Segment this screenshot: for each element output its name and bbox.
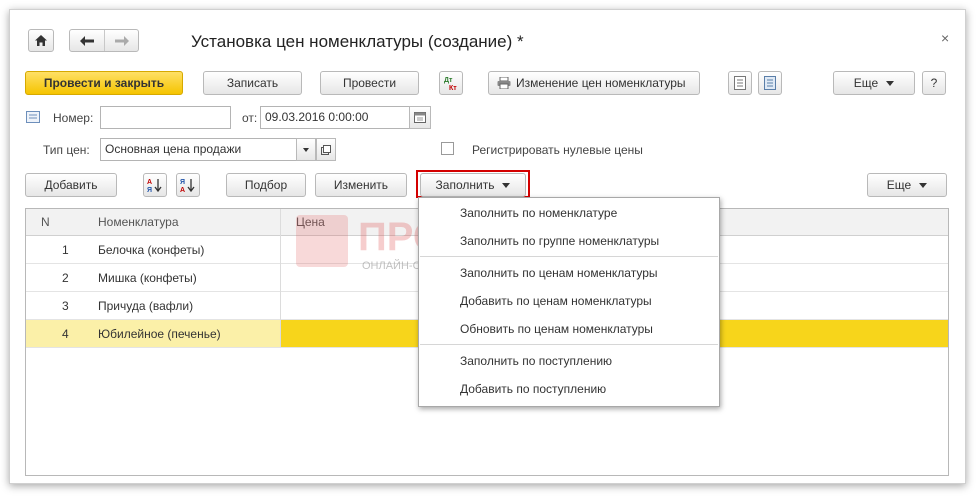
save-button[interactable]: Записать: [203, 71, 302, 95]
sort-descending-icon: Я А: [180, 179, 195, 193]
help-button[interactable]: ?: [922, 71, 946, 95]
more-menu-label: Еще: [853, 76, 879, 90]
menu-item-add-by-prices[interactable]: Добавить по ценам номенклатуры: [460, 294, 652, 308]
zero-prices-label: Регистрировать нулевые цены: [472, 143, 643, 157]
date-label: от:: [242, 111, 258, 125]
printer-icon: [497, 77, 511, 89]
chevron-down-icon: [919, 182, 928, 188]
row-number: 3: [62, 299, 69, 313]
calendar-icon: [414, 112, 426, 123]
document-icon: [734, 76, 746, 90]
table-more-button[interactable]: Еще: [867, 173, 947, 197]
menu-separator: [420, 256, 718, 257]
report-button[interactable]: [758, 71, 782, 95]
report-list-icon: [764, 76, 776, 90]
arrow-right-icon: [114, 35, 129, 46]
number-label: Номер:: [53, 111, 94, 125]
arrow-left-icon: [80, 35, 94, 46]
open-price-type-button[interactable]: [316, 138, 336, 161]
menu-separator: [420, 344, 718, 345]
close-icon[interactable]: ×: [941, 30, 949, 46]
svg-text:Кт: Кт: [449, 85, 457, 91]
menu-item-add-by-receipt[interactable]: Добавить по поступлению: [460, 382, 606, 396]
svg-text:А: А: [180, 187, 185, 193]
price-change-report-label: Изменение цен номенклатуры: [516, 76, 686, 90]
fill-dropdown-menu: Заполнить по номенклатуре Заполнить по г…: [418, 197, 720, 407]
sort-ascending-button[interactable]: А Я: [143, 173, 167, 197]
forward-button[interactable]: [105, 30, 138, 51]
column-divider: [280, 209, 281, 347]
svg-text:Я: Я: [147, 187, 152, 193]
back-button[interactable]: [70, 30, 105, 51]
chevron-down-icon: [502, 182, 511, 188]
svg-text:Дт: Дт: [444, 77, 453, 84]
price-type-dropdown-button[interactable]: [296, 138, 316, 161]
price-type-label: Тип цен:: [43, 143, 90, 157]
number-field[interactable]: [100, 106, 231, 129]
pick-button[interactable]: Подбор: [226, 173, 306, 197]
fill-button[interactable]: Заполнить: [420, 173, 526, 197]
info-list-icon: [26, 111, 40, 123]
post-button[interactable]: Провести: [320, 71, 419, 95]
row-item-name: Белочка (конфеты): [98, 243, 205, 257]
price-type-field[interactable]: Основная цена продажи: [100, 138, 297, 161]
menu-item-fill-by-item[interactable]: Заполнить по номенклатуре: [460, 206, 617, 220]
row-item-name: Мишка (конфеты): [98, 271, 197, 285]
document-button[interactable]: [728, 71, 752, 95]
price-change-report-button[interactable]: Изменение цен номенклатуры: [488, 71, 700, 95]
chevron-down-icon: [886, 80, 895, 86]
column-header-n[interactable]: N: [41, 215, 50, 229]
row-number: 4: [62, 327, 69, 341]
chevron-down-icon: [303, 147, 309, 152]
row-number: 2: [62, 271, 69, 285]
home-button[interactable]: [28, 29, 54, 52]
window-title: Установка цен номенклатуры (создание) *: [191, 32, 524, 51]
more-menu-button[interactable]: Еще: [833, 71, 915, 95]
row-item-name: Юбилейное (печенье): [98, 327, 221, 341]
change-button[interactable]: Изменить: [315, 173, 407, 197]
calendar-button[interactable]: [409, 106, 431, 129]
menu-item-fill-by-prices[interactable]: Заполнить по ценам номенклатуры: [460, 266, 658, 280]
zero-prices-checkbox[interactable]: [441, 142, 454, 155]
row-number: 1: [62, 243, 69, 257]
add-row-button[interactable]: Добавить: [25, 173, 117, 197]
menu-item-update-by-prices[interactable]: Обновить по ценам номенклатуры: [460, 322, 653, 336]
fill-button-label: Заполнить: [435, 178, 495, 192]
menu-item-fill-by-receipt[interactable]: Заполнить по поступлению: [460, 354, 612, 368]
sort-ascending-icon: А Я: [147, 179, 162, 193]
svg-text:А: А: [147, 179, 152, 186]
date-field[interactable]: 09.03.2016 0:00:00: [260, 106, 410, 129]
svg-text:Я: Я: [180, 179, 185, 186]
dt-kt-button[interactable]: Дт Кт: [439, 71, 463, 95]
column-header-item[interactable]: Номенклатура: [98, 215, 179, 229]
post-and-close-button[interactable]: Провести и закрыть: [25, 71, 183, 95]
sort-descending-button[interactable]: Я А: [176, 173, 200, 197]
table-more-label: Еще: [886, 178, 912, 192]
history-nav: [69, 29, 139, 52]
home-icon: [35, 35, 47, 46]
row-item-name: Причуда (вафли): [98, 299, 194, 313]
menu-item-fill-by-group[interactable]: Заполнить по группе номенклатуры: [460, 234, 659, 248]
dt-kt-icon: Дт Кт: [444, 77, 457, 91]
open-link-icon: [321, 144, 331, 155]
column-header-price[interactable]: Цена: [296, 215, 325, 229]
document-window: Установка цен номенклатуры (создание) * …: [9, 9, 966, 484]
